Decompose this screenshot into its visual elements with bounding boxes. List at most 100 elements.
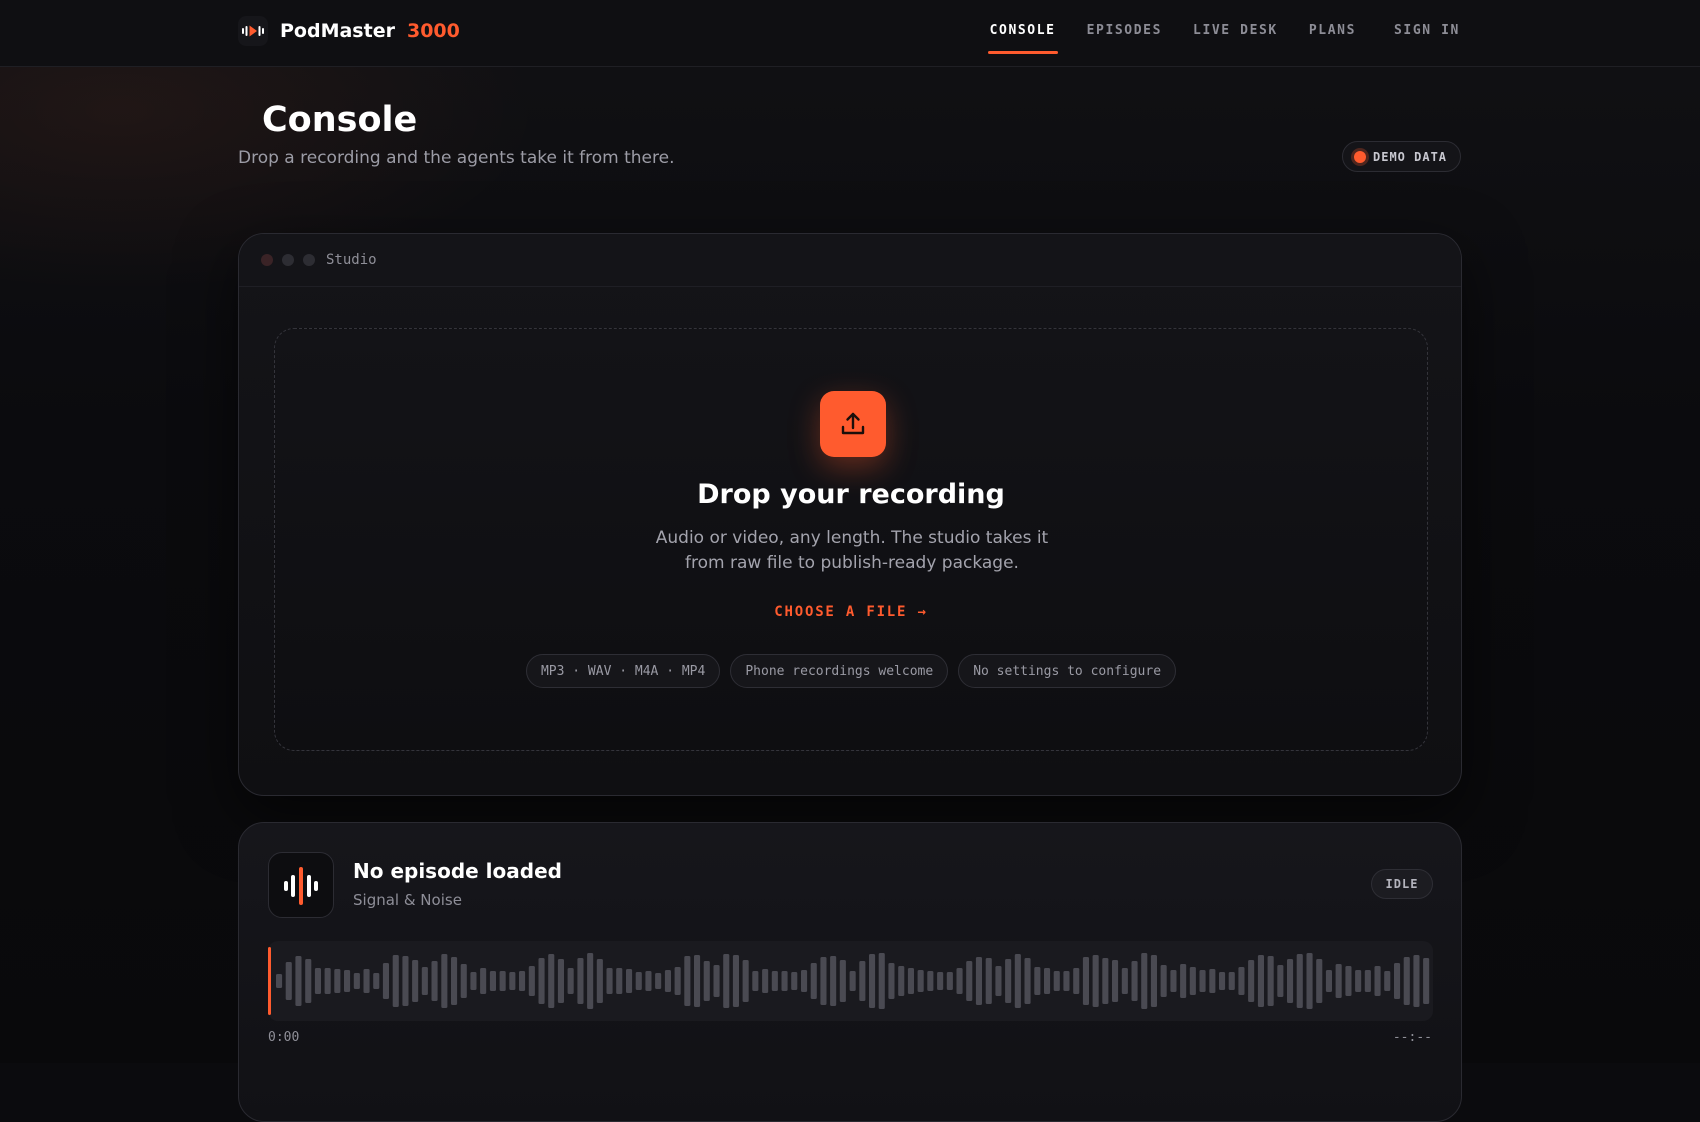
waveform-bar [557, 959, 564, 1003]
waveform-bar [878, 953, 885, 1009]
waveform-bar [1092, 955, 1099, 1007]
waveform-bar [975, 957, 982, 1005]
waveform-bar [694, 955, 701, 1007]
brand-number: 3000 [406, 20, 460, 42]
waveform-bar [674, 967, 681, 995]
waveform-bar [1131, 961, 1138, 1001]
waveform-bar [353, 973, 360, 989]
waveform-bar [859, 961, 866, 1001]
status-dot-icon [1354, 150, 1366, 163]
studio-card: Studio Drop your recording Audio or vide… [238, 233, 1462, 796]
waveform-bar [1102, 958, 1109, 1004]
nav-console[interactable]: CONSOLE [987, 23, 1058, 54]
waveform-bar [1238, 967, 1245, 995]
waveform-bar [1277, 965, 1284, 997]
waveform-bar [849, 971, 856, 991]
waveform-bar [869, 954, 876, 1008]
waveform-bar [1189, 967, 1196, 995]
waveform-bar [1364, 970, 1371, 992]
demo-data-label: DEMO DATA [1373, 149, 1448, 164]
drop-description: Audio or video, any length. The studio t… [655, 528, 1049, 573]
waveform-bar [596, 959, 603, 1003]
chip-no-settings: No settings to configure [958, 654, 1177, 688]
choose-file-link[interactable]: CHOOSE A FILE → [275, 604, 1427, 620]
sign-in-link[interactable]: SIGN IN [1394, 23, 1460, 38]
waveform-bar [781, 971, 788, 991]
waveform-bar [1306, 953, 1313, 1009]
waveform-scrubber[interactable] [268, 941, 1433, 1021]
waveform-bar [1219, 972, 1226, 990]
waveform-bar [1335, 964, 1342, 998]
waveform-bar [1384, 971, 1391, 991]
waveform-bar [431, 961, 438, 1001]
waveform-bar [1044, 968, 1051, 994]
waveform-bar [606, 968, 613, 994]
waveform-bar [684, 956, 691, 1006]
waveform-bar [1394, 963, 1401, 999]
waveform-bar [655, 973, 662, 989]
episode-title: No episode loaded [353, 859, 562, 883]
waveform-bar [791, 972, 798, 990]
waveform-bar [995, 966, 1002, 996]
waveform-bar [713, 965, 720, 997]
waveform-bar [548, 954, 555, 1008]
chip-formats: MP3 · WAV · M4A · MP4 [525, 654, 721, 688]
waveform-bar [839, 960, 846, 1002]
waveform-bar [762, 969, 769, 993]
waveform-bar [1170, 970, 1177, 992]
waveform-bar [626, 969, 633, 993]
waveform-bar [801, 970, 808, 992]
waveform-bar [1248, 960, 1255, 1002]
waveform-bar [723, 954, 730, 1008]
waveform-bar [567, 968, 574, 994]
waveform-bar [937, 972, 944, 990]
waveform-bar [441, 954, 448, 1008]
window-minimize-dot-icon [282, 254, 294, 266]
page-title: Console [262, 100, 418, 140]
waveform-bar [421, 967, 428, 995]
waveform-bar [1160, 965, 1167, 997]
waveform-bar [314, 968, 321, 994]
waveform-bar [1053, 971, 1060, 991]
waveform-bar [1073, 968, 1080, 994]
show-name: Signal & Noise [353, 891, 462, 909]
waveform-bar [285, 962, 292, 1000]
demo-data-badge: DEMO DATA [1342, 141, 1461, 172]
dropzone[interactable]: Drop your recording Audio or video, any … [274, 328, 1428, 751]
waveform-bar [470, 972, 477, 990]
waveform-bar [742, 960, 749, 1002]
waveform-bar [1316, 959, 1323, 1003]
time-total: --:-- [1392, 1030, 1432, 1045]
waveform-bar [635, 972, 642, 990]
waveform-bar [519, 971, 526, 991]
waveform-bar [412, 960, 419, 1002]
nav-live-desk[interactable]: LIVE DESK [1193, 23, 1278, 38]
nav-plans[interactable]: PLANS [1309, 23, 1356, 38]
waveform-bar [1423, 958, 1430, 1004]
waveform-bar [1180, 964, 1187, 998]
waveform-bar [956, 968, 963, 994]
studio-titlebar: Studio [239, 234, 1461, 287]
waveform-bar [664, 970, 671, 992]
waveform-bar [1014, 954, 1021, 1008]
drop-title: Drop your recording [697, 479, 1005, 510]
player-card: No episode loaded Signal & Noise IDLE 0:… [238, 822, 1462, 1122]
brand[interactable]: PodMaster 3000 [238, 16, 460, 46]
nav-links: CONSOLE EPISODES LIVE DESK PLANS SIGN IN [959, 23, 1460, 54]
waveform-bar [917, 970, 924, 992]
nav-episodes[interactable]: EPISODES [1087, 23, 1162, 38]
upload-button[interactable] [820, 391, 886, 457]
waveform-bar [1403, 957, 1410, 1005]
waveform-bar [946, 972, 953, 990]
waveform-bar [577, 958, 584, 1004]
waveform-bar [752, 971, 759, 991]
waveform-bar [703, 961, 710, 1001]
waveform-bar [276, 974, 283, 988]
waveform-bar [907, 968, 914, 994]
waveform-bar [966, 961, 973, 1001]
waveform-bar [1325, 970, 1332, 992]
playhead[interactable] [268, 947, 271, 1015]
waveform-bar [295, 956, 302, 1006]
waveform-bar [888, 963, 895, 999]
waveform-bar [1209, 969, 1216, 993]
